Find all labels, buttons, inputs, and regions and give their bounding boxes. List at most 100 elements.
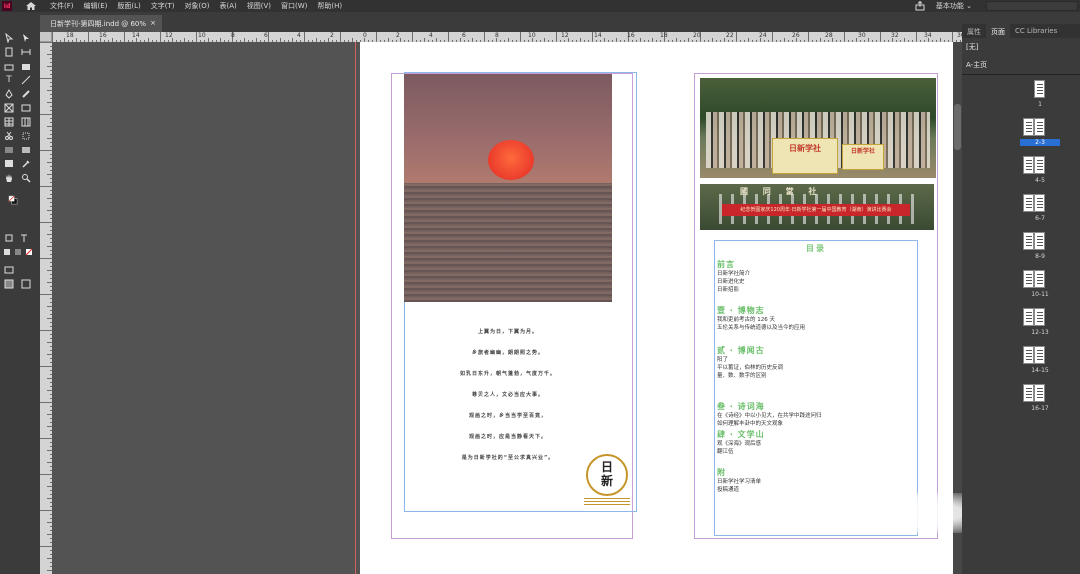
line-tool-icon[interactable] xyxy=(20,74,32,86)
page-thumbnail[interactable]: 12-13 xyxy=(1020,308,1060,342)
horizontal-ruler[interactable]: 18 16 14 12 10 8 6 4 2 0 2 4 6 8 10 12 14 16 18 20 22 24 26 28 3… xyxy=(52,32,962,42)
toc-heading[interactable]: 附 xyxy=(717,467,917,478)
ruler-label: 28 xyxy=(825,32,833,39)
screen-mode-icon[interactable] xyxy=(3,264,15,276)
table-tool-icon[interactable] xyxy=(3,116,15,128)
vertical-ruler[interactable] xyxy=(40,42,52,574)
rectangle-tool-icon[interactable] xyxy=(20,102,32,114)
menu-item[interactable]: 编辑(E) xyxy=(79,1,113,11)
pencil-tool-icon[interactable] xyxy=(20,88,32,100)
zoom-tool-icon[interactable] xyxy=(20,172,32,184)
toc-heading[interactable]: 贰 · 博闻古 xyxy=(717,345,917,356)
a-master[interactable]: A-主页 xyxy=(966,60,987,70)
toc-item[interactable]: 翻江伍 xyxy=(717,448,917,456)
formatting-container-icon[interactable] xyxy=(3,232,15,244)
pen-tool-icon[interactable] xyxy=(3,88,15,100)
page-thumbnail[interactable]: 16-17 xyxy=(1020,384,1060,418)
selection-tool-icon[interactable] xyxy=(3,32,15,44)
toc-heading[interactable]: 前言 xyxy=(717,259,917,270)
sunset-photo[interactable] xyxy=(404,74,612,302)
toc-item[interactable]: 阳了 xyxy=(717,356,917,364)
content-placer-icon[interactable] xyxy=(20,60,32,72)
thumbnail-label: 14-15 xyxy=(1031,367,1049,374)
toc-item[interactable]: 日新学社学习清单 xyxy=(717,478,917,486)
menu-item[interactable]: 视图(V) xyxy=(242,1,276,11)
menu-item[interactable]: 对象(O) xyxy=(180,1,215,11)
toc-item[interactable]: 日新学社简介 xyxy=(717,270,917,278)
scrollbar-thumb[interactable] xyxy=(954,104,961,150)
page-thumbnail[interactable]: 2-3 xyxy=(1020,118,1060,152)
table-of-contents-frame[interactable]: 目录 前言 日新学社简介 日新进化史 日新招影壹 · 博物志 我和吏前考古的 126 天… xyxy=(714,240,918,536)
thumbnail-page xyxy=(1023,346,1034,364)
formatting-text-icon[interactable] xyxy=(18,232,30,244)
toc-item[interactable]: 在《诗经》中以小见大，在共学中践途问归 xyxy=(717,412,917,420)
panel-tab[interactable]: 页面 xyxy=(986,24,1010,38)
menu-item[interactable]: 版面(L) xyxy=(112,1,145,11)
page-thumbnail[interactable]: 14-15 xyxy=(1020,346,1060,380)
view-mode-normal-icon[interactable] xyxy=(3,278,15,290)
indesign-logo-icon[interactable]: Id xyxy=(2,1,12,11)
workspace-switcher[interactable]: 基本功能 ⌄ xyxy=(936,1,972,11)
none-master[interactable]: [无] xyxy=(966,42,978,52)
type-tool-icon[interactable]: T xyxy=(3,74,15,86)
page-thumbnail[interactable]: 4-5 xyxy=(1020,156,1060,190)
scissors-tool-icon[interactable] xyxy=(3,130,15,142)
page-2[interactable]: 上翼为日，下翼为月。 乡旅者幽幽，朗朗照之势。 如乳日东升，朝气蓬勃，气度万千。 尊贝… xyxy=(360,42,664,574)
ruler-tick xyxy=(40,330,52,331)
toc-heading[interactable]: 壹 · 博物志 xyxy=(717,305,917,316)
toc-item[interactable]: 量、数、数字的区别 xyxy=(717,372,917,380)
ruler-origin[interactable] xyxy=(40,32,52,42)
free-transform-tool-icon[interactable] xyxy=(20,130,32,142)
toc-item[interactable]: 如何理解丰卦中的天文观象 xyxy=(717,420,917,428)
eyedropper-tool-icon[interactable] xyxy=(20,158,32,170)
menu-item[interactable]: 文字(T) xyxy=(146,1,180,11)
rixin-seal-logo[interactable]: 日 新 xyxy=(586,454,628,496)
thumbnail-page xyxy=(1034,384,1045,402)
panel-tab[interactable]: 属性 xyxy=(962,24,986,38)
content-collector-icon[interactable] xyxy=(3,60,15,72)
view-mode-preview-icon[interactable] xyxy=(20,278,32,290)
group-photo[interactable]: 日新学社 日新学社 xyxy=(700,78,936,178)
toc-item[interactable]: 观《深海》观后感 xyxy=(717,440,917,448)
home-icon[interactable] xyxy=(25,1,37,11)
grid-tool-icon[interactable] xyxy=(20,116,32,128)
toc-item[interactable]: 我和吏前考古的 126 天 xyxy=(717,316,917,324)
thumbnail-content xyxy=(1026,236,1032,246)
fill-stroke-swatch[interactable] xyxy=(2,194,24,216)
page-thumbnail[interactable]: 8-9 xyxy=(1020,232,1060,266)
page-tool-icon[interactable] xyxy=(3,46,15,58)
direct-selection-tool-icon[interactable] xyxy=(20,32,32,44)
gradient-swatch-tool-icon[interactable] xyxy=(3,144,15,156)
toc-item[interactable]: 日新招影 xyxy=(717,286,917,294)
menu-item[interactable]: 文件(F) xyxy=(45,1,79,11)
search-input[interactable] xyxy=(986,1,1078,11)
menu-item[interactable]: 表(A) xyxy=(215,1,242,11)
pages-panel: 属性 页面 CC Libraries [无] A-主页 1 2-3 4-5 6-7 8-9 1… xyxy=(962,12,1080,574)
document-tab[interactable]: 日新学刊-第四期.indd @ 60% × xyxy=(40,15,162,32)
close-icon[interactable]: × xyxy=(150,19,156,27)
gap-tool-icon[interactable] xyxy=(20,46,32,58)
rectangle-frame-tool-icon[interactable] xyxy=(3,102,15,114)
gradient-feather-tool-icon[interactable] xyxy=(20,144,32,156)
hand-tool-icon[interactable] xyxy=(3,172,15,184)
thumbnail-page xyxy=(1023,232,1034,250)
page-thumbnail[interactable]: 10-11 xyxy=(1020,270,1060,304)
toc-item[interactable]: 平以蓄证，伯林的历史反调 xyxy=(717,364,917,372)
note-tool-icon[interactable] xyxy=(3,158,15,170)
menu-bar: Id 文件(F) 编辑(E) 版面(L) 文字(T) 对象(O) 表(A) 视图(V) 窗口(… xyxy=(0,0,1080,12)
panel-tab[interactable]: CC Libraries xyxy=(1010,24,1062,38)
toc-item[interactable]: 五伦关系与传统道德以及当今的应用 xyxy=(717,324,917,332)
menu-item[interactable]: 帮助(H) xyxy=(312,1,347,11)
ruler-label: 12 xyxy=(561,32,569,39)
toc-heading[interactable]: 叁 · 诗词海 xyxy=(717,401,917,412)
event-photo[interactable]: 國 同 當 社 纪念贺图家庆120周年·日新学社第一届中国教育（湖南）演讲比赛会 xyxy=(700,184,934,230)
toc-heading[interactable]: 肆 · 文学山 xyxy=(717,429,917,440)
ruler-tick xyxy=(40,114,52,115)
page-thumbnail[interactable]: 6-7 xyxy=(1020,194,1060,228)
poem-text-frame[interactable]: 上翼为日，下翼为月。 乡旅者幽幽，朗朗照之势。 如乳日东升，朝气蓬勃，气度万千。 尊贝… xyxy=(400,328,616,475)
apply-none-icon[interactable] xyxy=(23,246,35,258)
menu-item[interactable]: 窗口(W) xyxy=(276,1,312,11)
page-thumbnail[interactable]: 1 xyxy=(1020,80,1060,114)
toc-item[interactable]: 日新进化史 xyxy=(717,278,917,286)
share-icon[interactable] xyxy=(914,0,926,11)
